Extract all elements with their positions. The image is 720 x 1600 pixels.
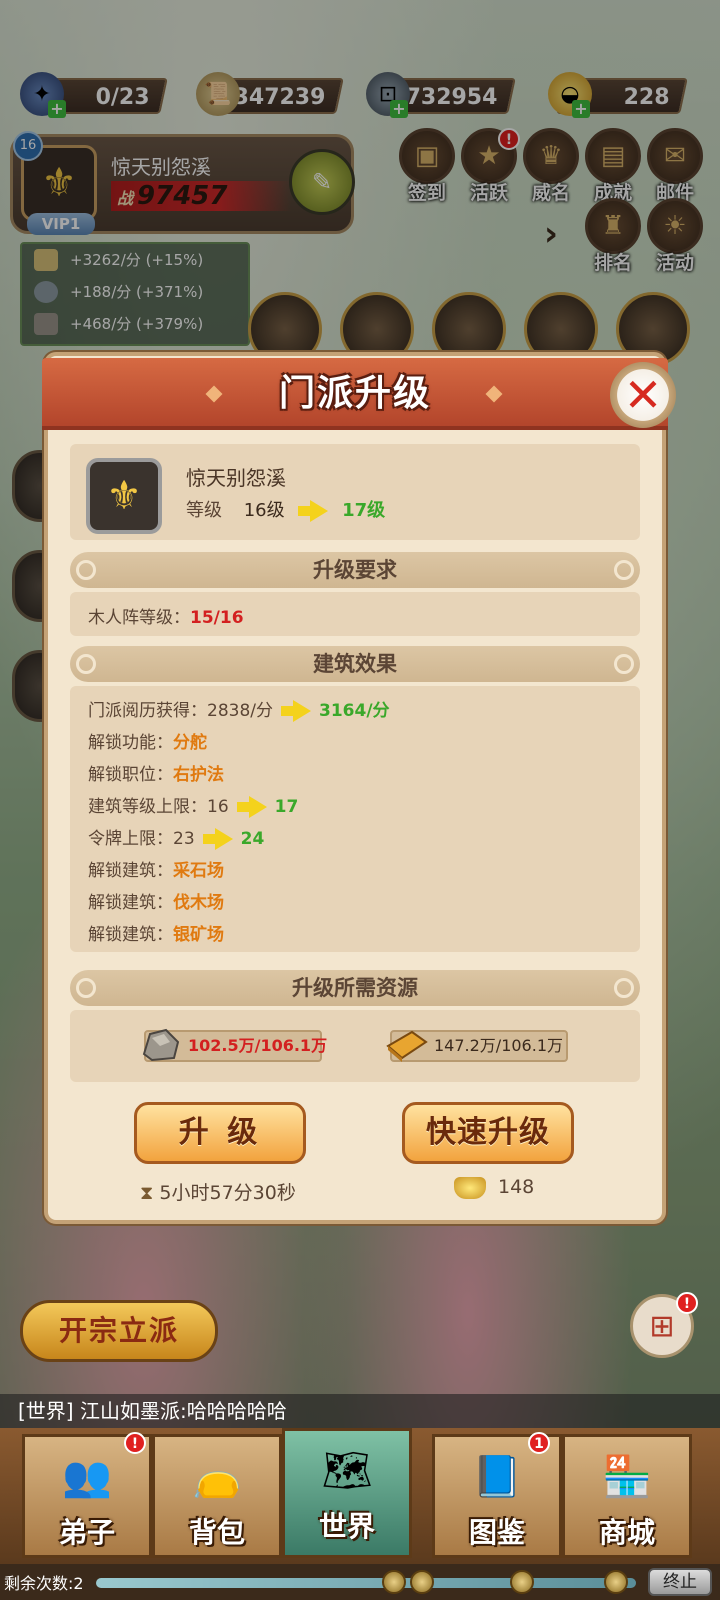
stone-cost: 102.5万/106.1万 (142, 1028, 327, 1062)
effect-row: 解锁建筑：采石场 (88, 861, 224, 881)
hourglass-icon: ⧗ (140, 1182, 154, 1204)
grid-icon: ⊞ (649, 1308, 675, 1344)
requirement-row: 木人阵等级：15/16 (88, 608, 244, 628)
effect-row: 解锁功能：分舵 (88, 733, 207, 753)
effect-row: 解锁职位：右护法 (88, 765, 224, 785)
effect-row: 令牌上限：23 24 (88, 828, 265, 850)
tab-shop[interactable]: 🏪 商城 (562, 1434, 692, 1558)
close-icon: ✕ (623, 368, 663, 422)
dialog-header: 门派升级 ✕ (42, 358, 676, 430)
progress-knob (604, 1570, 628, 1594)
sect-info-panel: ⚜ 惊天别怨溪 等级 16级 17级 (70, 444, 640, 540)
sect-level-row: 等级 16级 17级 (186, 500, 386, 522)
arrow-right-icon (281, 700, 311, 722)
progress-knob (510, 1570, 534, 1594)
upgrade-time: ⧗ 5小时57分30秒 (140, 1182, 296, 1204)
progress-knob (410, 1570, 434, 1594)
effect-row: 解锁建筑：伐木场 (88, 893, 224, 913)
dialog-title: 门派升级 (278, 373, 431, 414)
shop-icon: 🏪 (602, 1453, 652, 1500)
effect-row: 建筑等级上限：16 17 (88, 796, 299, 818)
requirements-header: 升级要求 (70, 552, 640, 588)
wood-plank-icon (386, 1030, 428, 1062)
auto-progress-bar: 剩余次数:2 终止 (0, 1564, 720, 1600)
wood-cost: 147.2万/106.1万 (386, 1030, 568, 1062)
effects-header: 建筑效果 (70, 646, 640, 682)
remaining-count: 剩余次数:2 (4, 1574, 84, 1593)
disciples-alert-badge: ! (124, 1432, 146, 1454)
requirements-panel: 木人阵等级：15/16 (70, 592, 640, 636)
tab-backpack[interactable]: 👝 背包 (152, 1434, 282, 1558)
quick-upgrade-button[interactable]: 快速升级 (402, 1102, 574, 1164)
grid-alert-badge: ! (676, 1292, 698, 1314)
tab-world[interactable]: 🗺 世界 (282, 1428, 412, 1558)
sect-upgrade-dialog: 门派升级 ✕ ⚜ 惊天别怨溪 等级 16级 17级 升级要求 木人阵等级：15/… (42, 352, 676, 1224)
close-button[interactable]: ✕ (610, 362, 676, 428)
disciples-icon: 👥 (62, 1453, 112, 1500)
cost-panel: 102.5万/106.1万 147.2万/106.1万 (70, 1010, 640, 1082)
gold-ingot-icon (454, 1176, 486, 1199)
effect-row: 门派阅历获得：2838/分 3164/分 (88, 700, 390, 722)
gold-cost: 148 (454, 1176, 534, 1199)
codex-book-icon: 📘 (472, 1453, 522, 1500)
arrow-right-icon (298, 500, 329, 522)
stop-button[interactable]: 终止 (648, 1568, 712, 1596)
progress-track (96, 1578, 636, 1588)
bottom-navigation: 👥 弟子 ! 👝 背包 🗺 世界 📘 图鉴 1 🏪 商城 (0, 1428, 720, 1564)
progress-knob (382, 1570, 406, 1594)
found-sect-button[interactable]: 开宗立派 (20, 1300, 218, 1362)
arrow-right-icon (236, 796, 267, 818)
map-scroll-icon: 🗺 (321, 1447, 373, 1494)
effect-row: 解锁建筑：银矿场 (88, 925, 224, 945)
upgrade-button[interactable]: 升 级 (134, 1102, 306, 1164)
sect-name: 惊天别怨溪 (186, 466, 286, 490)
stone-icon (142, 1028, 180, 1062)
world-chat-bar[interactable]: [世界] 江山如墨派:哈哈哈哈哈 (0, 1394, 720, 1428)
codex-alert-badge: 1 (528, 1432, 550, 1454)
sect-emblem-icon: ⚜ (86, 458, 162, 534)
backpack-icon: 👝 (192, 1453, 242, 1500)
arrow-right-icon (202, 828, 233, 850)
cost-header: 升级所需资源 (70, 970, 640, 1006)
effects-panel: 门派阅历获得：2838/分 3164/分 解锁功能：分舵 解锁职位：右护法 建筑等… (70, 686, 640, 952)
